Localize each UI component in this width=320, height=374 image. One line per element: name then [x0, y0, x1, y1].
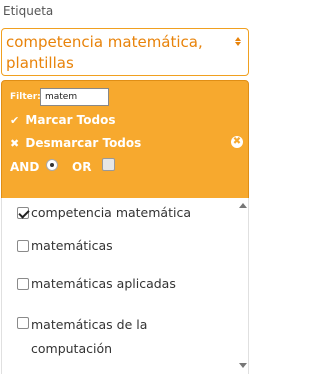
filter-label: Filter:	[10, 92, 41, 102]
option-checkbox[interactable]	[17, 240, 29, 252]
select-all-button[interactable]: ✔ Marcar Todos	[10, 113, 115, 127]
option-label: matemáticas aplicadas	[31, 276, 176, 291]
x-icon: ✖	[10, 137, 20, 150]
check-icon: ✔	[10, 114, 20, 127]
option-checkbox[interactable]	[17, 317, 29, 329]
list-item[interactable]: matemáticas	[17, 236, 217, 256]
or-checkbox[interactable]	[102, 158, 115, 171]
option-checkbox[interactable]	[17, 278, 29, 290]
deselect-all-button[interactable]: ✖ Desmarcar Todos	[10, 136, 141, 150]
or-label: OR	[72, 160, 92, 174]
scroll-up-arrow-icon[interactable]	[239, 203, 247, 208]
field-label: Etiqueta	[3, 4, 54, 18]
list-item[interactable]: competencia matemática	[17, 203, 217, 223]
option-label: competencia matemática	[31, 205, 191, 220]
list-item[interactable]: matemáticas de la computación	[17, 313, 177, 361]
option-label: matemáticas	[31, 238, 113, 253]
list-scrollbar[interactable]	[238, 198, 248, 374]
scroll-down-arrow-icon[interactable]	[239, 363, 247, 368]
up-down-caret-icon[interactable]	[234, 37, 242, 47]
select-value: competencia matemática, plantillas	[6, 33, 203, 72]
filter-input[interactable]	[40, 88, 109, 106]
and-radio[interactable]	[46, 159, 58, 171]
option-label: matemáticas de la computación	[31, 317, 148, 356]
close-circle-icon[interactable]: ✖	[231, 136, 243, 148]
and-label: AND	[10, 160, 40, 174]
option-checkbox[interactable]	[17, 207, 29, 219]
select-all-label: Marcar Todos	[25, 113, 116, 127]
tag-select[interactable]: competencia matemática, plantillas	[1, 28, 249, 76]
options-list: competencia matemática matemáticas matem…	[1, 198, 249, 374]
list-item[interactable]: matemáticas aplicadas	[17, 274, 217, 294]
filter-panel: Filter: ✔ Marcar Todos ✖ Desmarcar Todos…	[1, 80, 249, 217]
deselect-all-label: Desmarcar Todos	[25, 136, 142, 150]
